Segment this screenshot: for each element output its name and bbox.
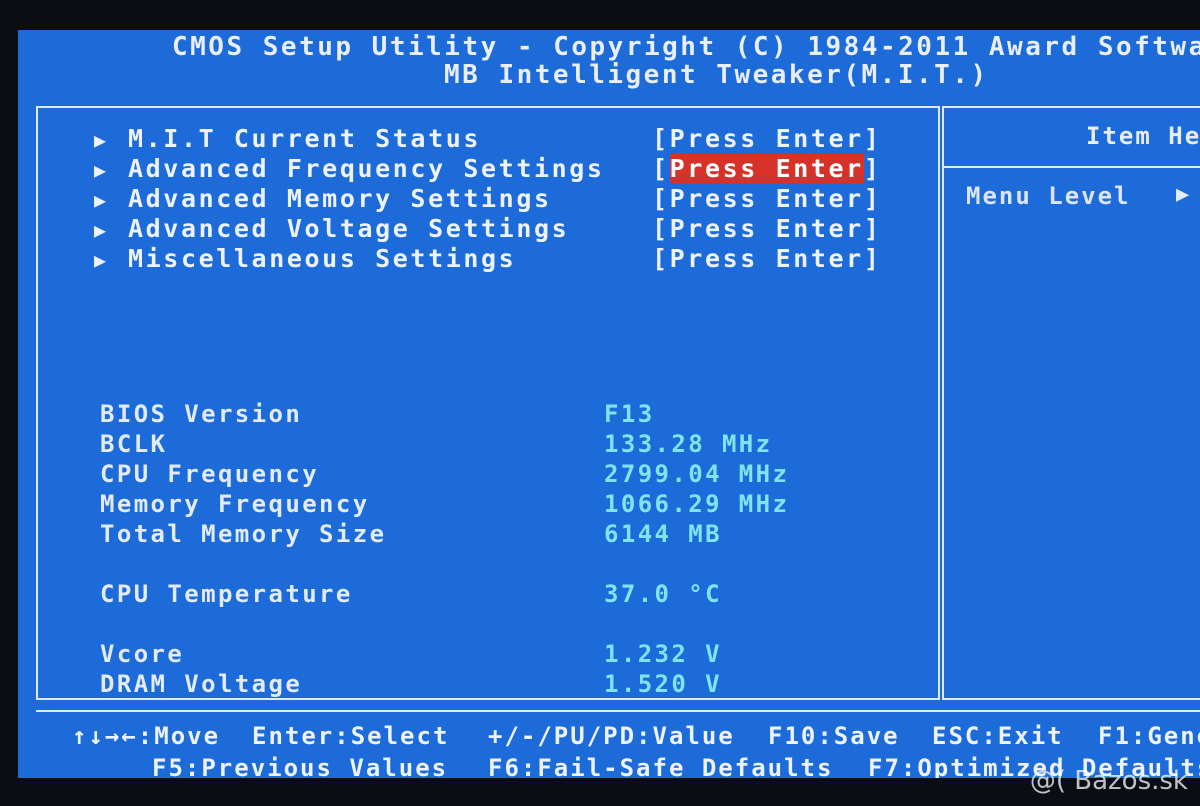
info-row-dram-voltage: DRAM Voltage 1.520 V [100,670,860,700]
info-row-memory-frequency: Memory Frequency 1066.29 MHz [100,490,860,520]
info-row-bios-version: BIOS Version F13 [100,400,860,430]
item-help-panel: Item He Menu Level ▶ [942,106,1200,700]
hotkey-move: ↑↓→←:Move [72,722,221,750]
info-value: 2799.04 MHz [604,460,790,488]
info-label: CPU Frequency [100,460,320,488]
menu-item-label: Miscellaneous Settings [128,244,517,273]
info-label: BCLK [100,430,168,458]
info-label: Vcore [100,640,185,668]
info-label: CPU Temperature [100,580,353,608]
menu-item-value[interactable]: [Press Enter] [652,244,881,273]
hotkey-help: F1:Gene [1098,722,1200,750]
menu-item-label: Advanced Voltage Settings [128,214,570,243]
info-value: 1.232 V [604,640,722,668]
info-value: 1066.29 MHz [604,490,790,518]
info-row-cpu-temperature: CPU Temperature 37.0 °C [100,580,860,610]
main-panel: ▶ M.I.T Current Status [Press Enter] ▶ A… [36,106,940,700]
menu-level-label: Menu Level [966,182,1131,210]
bios-screen: CMOS Setup Utility - Copyright (C) 1984-… [18,30,1200,778]
info-row-vcore: Vcore 1.232 V [100,640,860,670]
info-value: 133.28 MHz [604,430,773,458]
submenu-arrow-icon: ▶ [94,128,107,152]
info-value: 37.0 °C [604,580,722,608]
submenu-arrow-icon: ▶ [94,218,107,242]
menu-item-advanced-voltage-settings[interactable]: ▶ Advanced Voltage Settings [Press Enter… [94,214,914,244]
item-help-title: Item He [1086,122,1200,150]
hotkey-select: Enter:Select [252,722,450,750]
info-row-cpu-frequency: CPU Frequency 2799.04 MHz [100,460,860,490]
hotkey-save: F10:Save [768,722,900,750]
hotkey-fail-safe-defaults: F6:Fail-Safe Defaults [488,754,834,778]
menu-item-advanced-frequency-settings[interactable]: ▶ Advanced Frequency Settings [Press Ent… [94,154,914,184]
footer-divider [36,710,1200,712]
info-label: Total Memory Size [100,520,387,548]
menu-item-value-selected[interactable]: [Press Enter] [652,154,881,183]
key-help-bar: ↑↓→←:Move Enter:Select +/-/PU/PD:Value F… [18,720,1200,778]
hotkey-previous-values: F5:Previous Values [152,754,449,778]
submenu-arrow-icon: ▶ [94,188,107,212]
watermark-logo: @( Bazos.sk [1029,766,1188,796]
info-label: BIOS Version [100,400,303,428]
info-row-total-memory-size: Total Memory Size 6144 MB [100,520,860,550]
header: CMOS Setup Utility - Copyright (C) 1984-… [18,30,1200,102]
info-value: F13 [604,400,655,428]
menu-item-miscellaneous-settings[interactable]: ▶ Miscellaneous Settings [Press Enter] [94,244,914,274]
selection-highlight[interactable]: Press Enter [669,154,864,183]
help-divider [944,166,1200,168]
info-label: Memory Frequency [100,490,370,518]
menu-item-value[interactable]: [Press Enter] [652,124,881,153]
header-title: CMOS Setup Utility - Copyright (C) 1984-… [172,32,1200,62]
info-row-bclk: BCLK 133.28 MHz [100,430,860,460]
submenu-arrow-icon: ▶ [94,248,107,272]
info-value: 6144 MB [604,520,722,548]
header-subtitle: MB Intelligent Tweaker(M.I.T.) [444,60,989,90]
menu-item-label: M.I.T Current Status [128,124,482,153]
submenu-arrow-icon: ▶ [94,158,107,182]
menu-level-arrow-icon: ▶ [1176,182,1190,207]
menu-item-value[interactable]: [Press Enter] [652,214,881,243]
menu-item-label: Advanced Frequency Settings [128,154,605,183]
menu-item-mit-current-status[interactable]: ▶ M.I.T Current Status [Press Enter] [94,124,914,154]
info-label: DRAM Voltage [100,670,303,698]
menu-item-advanced-memory-settings[interactable]: ▶ Advanced Memory Settings [Press Enter] [94,184,914,214]
menu-item-label: Advanced Memory Settings [128,184,552,213]
menu-item-value[interactable]: [Press Enter] [652,184,881,213]
hotkey-exit: ESC:Exit [932,722,1064,750]
hotkey-value: +/-/PU/PD:Value [488,722,735,750]
info-value: 1.520 V [604,670,722,698]
